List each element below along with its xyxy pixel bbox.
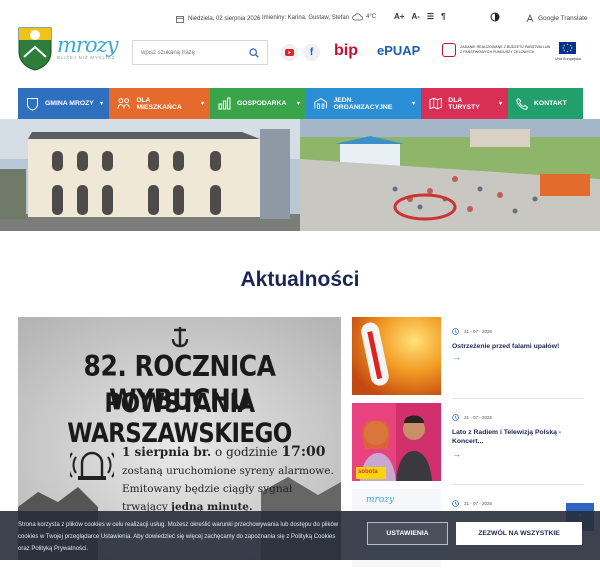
news-item[interactable]: 31 - 07 - 2026 Ostrzeżenie przed falami … <box>352 317 584 399</box>
eu-label: Unia Europejska <box>555 57 581 61</box>
coat-of-arms-logo[interactable] <box>18 27 52 71</box>
news-date: 31 - 07 - 2026 <box>464 501 493 506</box>
temperature: 4°C <box>366 14 377 20</box>
siren-icon <box>70 451 114 480</box>
date-display: Niedziela, 02 sierpnia 2026 <box>176 15 260 23</box>
mrozy-logo[interactable]: mrozy BLIŻEJ NIŻ MYŚLISZ <box>57 33 127 67</box>
epuap-link[interactable]: ePUAP <box>377 43 420 58</box>
search-input[interactable] <box>141 49 241 56</box>
nav-label: KONTAKT <box>534 100 567 107</box>
calendar-icon <box>176 16 184 23</box>
chevron-down-icon: ▾ <box>498 101 502 107</box>
main-navigation: GMINA MROZY ▾ DLA MIESZKAŃCA ▾ GOSPODARK… <box>18 88 583 119</box>
featured-line-2: POWSTANIA WARSZAWSKIEGO <box>67 389 292 449</box>
news-meta: 31 - 07 - 2026 <box>452 414 492 421</box>
search-icon[interactable] <box>249 47 259 58</box>
fund-icon <box>442 43 456 57</box>
clock-icon <box>452 328 459 335</box>
news-meta: 31 - 07 - 2026 <box>452 328 492 335</box>
nav-label: GOSPODARKA <box>237 100 287 107</box>
news-date: 31 - 07 - 2026 <box>464 415 493 420</box>
people-icon <box>117 98 130 109</box>
state-fund-badge[interactable]: Zadanie realizowane z budżetu państwa lu… <box>442 43 550 57</box>
accessibility-tools: A+ A- ☰ ¶ <box>394 12 446 21</box>
nav-gmina-mrozy[interactable]: GMINA MROZY ▾ <box>18 88 109 119</box>
cookie-settings-button[interactable]: USTAWIENIA <box>367 522 448 545</box>
arrow-right-icon[interactable]: → <box>452 352 461 362</box>
clock-icon <box>452 414 459 421</box>
thumb-day-label: sobota <box>358 469 378 475</box>
eu-flag-icon <box>559 42 577 54</box>
kotwica-icon <box>171 327 189 348</box>
facebook-icon: f <box>309 47 314 58</box>
news-thumbnail: sobota <box>352 403 441 481</box>
divider <box>452 484 584 485</box>
news-item[interactable]: sobota 31 - 07 - 2026 Lato z Radiem i Te… <box>352 403 584 485</box>
cloud-icon <box>352 13 363 21</box>
nav-dla-mieszkanca[interactable]: DLA MIESZKAŃCA ▾ <box>109 88 210 119</box>
news-thumbnail <box>352 317 441 395</box>
eu-badge[interactable]: Unia Europejska <box>555 42 581 61</box>
logo-word: mrozy <box>57 33 119 57</box>
translate-label: Google Translate <box>538 15 588 22</box>
font-decrease-button[interactable]: A- <box>411 12 419 21</box>
hero-image <box>0 119 600 231</box>
font-increase-button[interactable]: A+ <box>394 12 404 21</box>
featured-text-3: Emitowany będzie ciągły sygnał <box>122 483 293 495</box>
arrow-right-icon[interactable]: → <box>452 449 461 459</box>
featured-date: 1 sierpnia br. <box>122 445 212 459</box>
search-box <box>132 40 268 65</box>
featured-text-1: 1 sierpnia br. o godzinie 17:00 <box>122 444 325 460</box>
chevron-down-icon: ▾ <box>99 101 103 107</box>
news-title[interactable]: Ostrzeżenie przed falami upałów! <box>452 342 582 351</box>
thumb-logo-word: mrozy <box>366 495 395 505</box>
nav-label: DLA TURYSTY <box>448 96 480 111</box>
nav-kontakt[interactable]: KONTAKT <box>508 88 583 119</box>
chevron-down-icon: ▾ <box>200 101 204 107</box>
phone-icon <box>516 97 528 110</box>
fund-text: Zadanie realizowane z budżetu państwa lu… <box>460 45 550 54</box>
featured-text-2: zostaną uruchomione syreny alarmowe. <box>122 465 334 477</box>
nav-label: DLA MIESZKAŃCA <box>136 96 182 111</box>
clock-icon <box>452 500 459 507</box>
featured-at: o godzinie <box>215 445 278 459</box>
nav-label: JEDN. ORGANIZACYJNE <box>333 96 393 111</box>
cookie-accept-all-button[interactable]: ZEZWÓL NA WSZYSTKIE <box>456 522 582 545</box>
youtube-icon <box>285 49 294 56</box>
paragraph-icon[interactable]: ¶ <box>441 12 445 21</box>
news-meta: 31 - 07 - 2026 <box>452 500 492 507</box>
nav-jedn-organizacyjne[interactable]: JEDN. ORGANIZACYJNE ▾ <box>306 88 421 119</box>
facebook-link[interactable]: f <box>303 44 320 61</box>
nav-label: GMINA MROZY <box>45 100 94 107</box>
map-icon <box>429 97 442 110</box>
shield-icon <box>27 97 38 111</box>
translate-icon <box>526 14 534 23</box>
cookie-banner: Strona korzysta z plików cookies w celu … <box>0 511 600 560</box>
line-height-icon[interactable]: ☰ <box>427 12 434 21</box>
hero-banner <box>0 119 600 231</box>
nav-dla-turysty[interactable]: DLA TURYSTY ▾ <box>421 88 508 119</box>
divider <box>452 398 584 399</box>
nav-gospodarka[interactable]: GOSPODARKA ▾ <box>210 88 306 119</box>
cookie-message: Strona korzysta z plików cookies w celu … <box>18 522 339 552</box>
bip-link[interactable]: bip <box>334 42 358 60</box>
chart-icon <box>218 97 231 110</box>
news-heading: Aktualności <box>240 268 360 291</box>
chevron-down-icon: ▾ <box>296 101 300 107</box>
chevron-down-icon: ▾ <box>411 101 415 107</box>
contrast-icon[interactable] <box>490 12 500 24</box>
youtube-link[interactable] <box>281 44 298 61</box>
building-icon <box>314 98 328 109</box>
date-text: Niedziela, 02 sierpnia 2026 <box>188 16 261 22</box>
news-date: 31 - 07 - 2026 <box>464 329 493 334</box>
news-title[interactable]: Lato z Radiem i Telewizją Polską - Konce… <box>452 428 582 446</box>
name-days: Imieniny: Karina, Gustaw, Stefan <box>262 15 350 21</box>
weather: 4°C <box>352 13 376 21</box>
google-translate[interactable]: Google Translate <box>526 14 588 23</box>
featured-time: 17:00 <box>281 444 326 460</box>
